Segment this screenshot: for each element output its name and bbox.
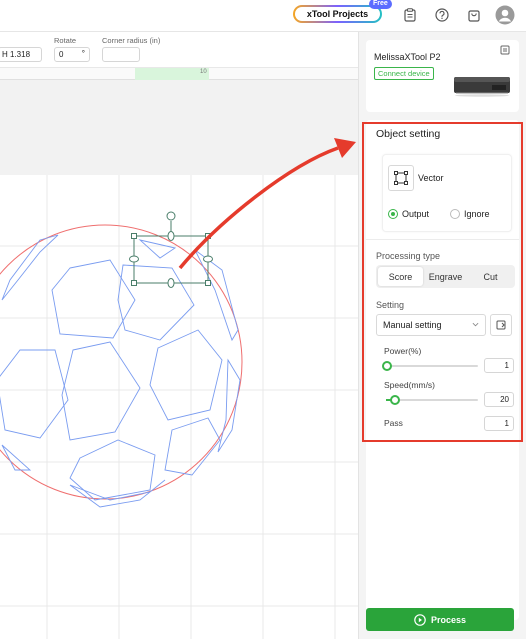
connect-device-button[interactable]: Connect device [374, 67, 434, 80]
design-canvas[interactable] [0, 175, 358, 639]
height-field[interactable]: H 1.318 [0, 47, 42, 62]
device-edit-icon[interactable] [500, 45, 510, 55]
canvas-drawing [0, 175, 358, 639]
section-divider [366, 239, 519, 240]
ruler-mark: 10 [200, 69, 207, 75]
speed-slider[interactable] [386, 395, 478, 405]
ignore-radio-dot[interactable] [450, 209, 460, 219]
setting-select-value: Manual setting [383, 320, 442, 330]
power-slider-thumb[interactable] [381, 361, 392, 371]
tab-cut[interactable]: Cut [468, 267, 513, 286]
avatar-icon[interactable] [495, 5, 515, 25]
clipboard-icon[interactable] [402, 7, 418, 23]
speed-slider-thumb[interactable] [390, 395, 401, 405]
speed-input[interactable]: 20 [484, 392, 514, 407]
library-edit-icon [496, 320, 506, 330]
processing-type-label: Processing type [376, 251, 441, 261]
xtool-projects-button[interactable]: xTool Projects [293, 5, 382, 23]
setting-select[interactable]: Manual setting [376, 314, 486, 336]
rotate-value: 0 [59, 50, 64, 59]
vector-icon [388, 165, 414, 191]
property-toolbar: H 1.318 Rotate 0 ° Corner radius (in) [0, 32, 358, 68]
device-name: MelissaXTool P2 [374, 52, 441, 62]
canvas-outside-area [0, 80, 358, 175]
selection-box [129, 211, 213, 288]
device-card[interactable]: MelissaXTool P2 Connect device [366, 40, 519, 112]
power-slider[interactable] [381, 361, 478, 371]
soccer-ball-vector [0, 234, 241, 508]
output-label: Output [402, 209, 430, 219]
canvas-grid [0, 175, 358, 639]
object-setting-panel: Object setting Vector Output Ignore Proc… [366, 120, 519, 620]
height-value: H 1.318 [2, 50, 31, 59]
ruler-selection-highlight [135, 68, 209, 80]
corner-radius-field[interactable] [102, 47, 140, 62]
setting-label: Setting [376, 300, 405, 310]
process-label: Process [430, 614, 467, 625]
xtool-projects-label: xTool Projects [306, 9, 369, 19]
ignore-radio[interactable]: Ignore [450, 209, 490, 219]
horizontal-ruler[interactable]: 10 [0, 68, 358, 80]
object-setting-title: Object setting [376, 128, 441, 140]
pass-input[interactable]: 1 [484, 416, 514, 431]
rotate-unit: ° [81, 49, 85, 58]
pass-label: Pass [384, 418, 403, 428]
power-input[interactable]: 1 [484, 358, 514, 373]
play-circle-icon [414, 613, 426, 626]
tab-score[interactable]: Score [378, 267, 423, 286]
power-label: Power(%) [384, 346, 422, 356]
corner-radius-label: Corner radius (in) [102, 36, 161, 45]
tab-engrave[interactable]: Engrave [423, 267, 468, 286]
rotate-field[interactable]: 0 ° [54, 47, 90, 62]
free-badge: Free [369, 0, 392, 9]
ignore-label: Ignore [464, 209, 490, 219]
material-library-button[interactable] [490, 314, 512, 336]
laser-machine-icon [454, 77, 510, 97]
output-radio-dot[interactable] [388, 209, 398, 219]
object-type-card: Vector Output Ignore [382, 154, 512, 232]
process-button[interactable]: Process [366, 608, 514, 631]
top-bar: xTool Projects Free [0, 0, 526, 32]
output-radio[interactable]: Output [388, 209, 429, 219]
help-icon[interactable] [434, 7, 450, 23]
chevron-down-icon [472, 322, 479, 327]
rotate-label: Rotate [54, 36, 77, 45]
processing-type-tabs: Score Engrave Cut [376, 265, 515, 288]
object-type-label: Vector [418, 173, 444, 183]
speed-label: Speed(mm/s) [384, 380, 436, 390]
shopping-bag-icon[interactable] [466, 7, 482, 23]
